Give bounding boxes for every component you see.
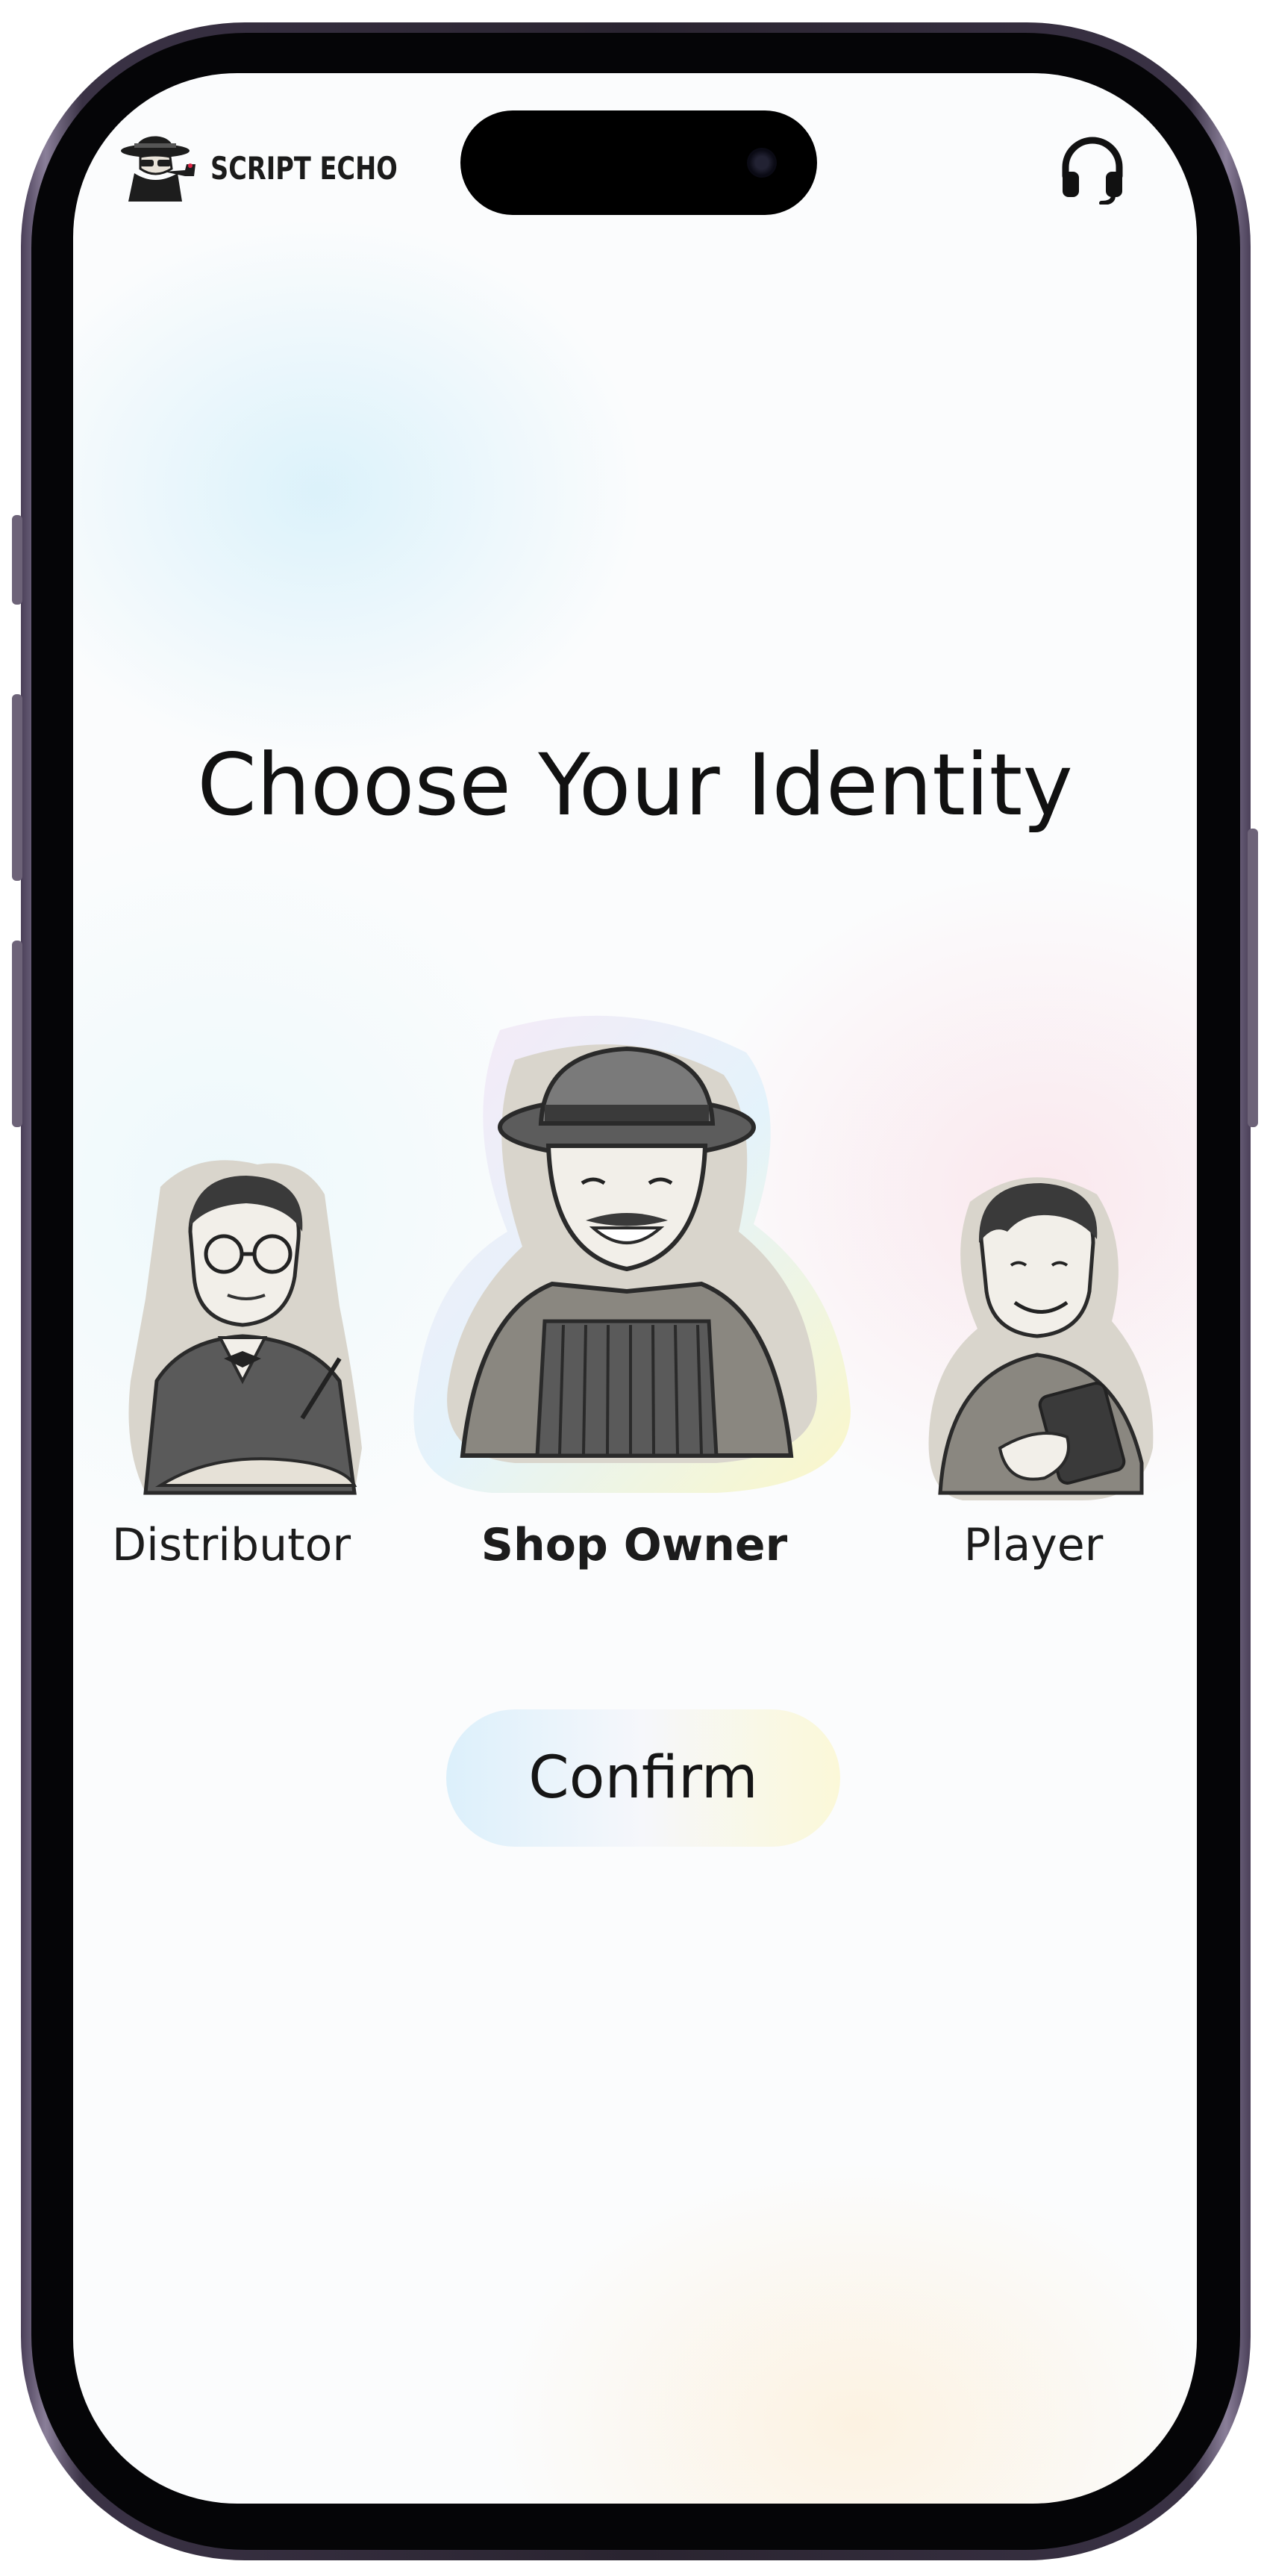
page-title: Choose Your Identity — [197, 735, 1073, 835]
dynamic-island — [460, 110, 817, 215]
detective-with-pipe-icon — [121, 136, 195, 202]
power-button — [1248, 829, 1258, 1127]
confirm-button[interactable]: Confirm — [446, 1709, 840, 1847]
volume-down-button — [12, 941, 22, 1127]
identity-label-distributor: Distributor — [111, 1519, 351, 1571]
action-button — [12, 515, 22, 605]
brand: SCRIPT ECHO — [118, 127, 444, 209]
brand-name: SCRIPT ECHO — [210, 149, 398, 187]
player-portrait — [928, 1177, 1154, 1500]
identity-label-shop-owner: Shop Owner — [481, 1519, 788, 1571]
shop-owner-portrait — [413, 1015, 851, 1493]
identity-option-shop-owner[interactable]: Shop Owner — [373, 1008, 895, 1597]
distributor-portrait — [128, 1160, 362, 1495]
identity-label-player: Player — [963, 1519, 1104, 1571]
headphones-icon[interactable] — [1057, 133, 1128, 205]
identity-option-player[interactable]: Player — [910, 1120, 1157, 1597]
identity-option-distributor[interactable]: Distributor — [104, 1120, 373, 1597]
